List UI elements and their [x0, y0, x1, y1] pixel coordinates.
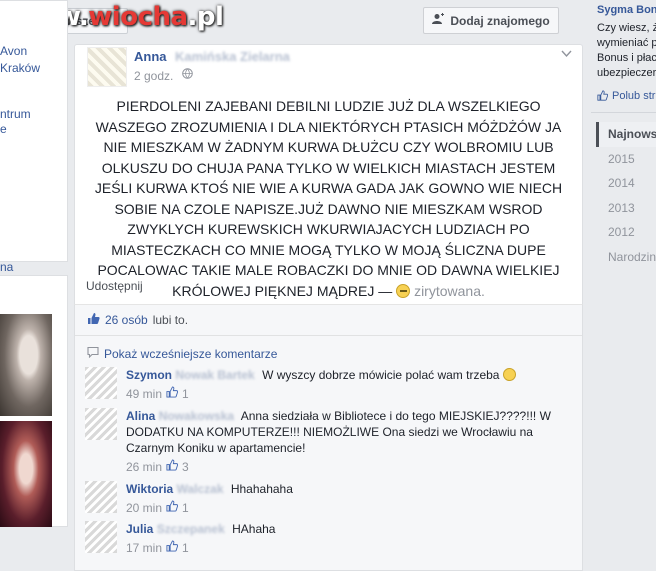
thumbs-up-icon — [597, 90, 609, 104]
post-text: PIERDOLENI ZAJEBANI DEBILNI LUDZIE JUŻ D… — [94, 98, 563, 299]
left-link-centrum[interactable]: ntrum — [0, 107, 31, 122]
comment-text: Hhahahaha — [230, 482, 293, 496]
comment-text: HAhaha — [232, 522, 276, 536]
left-link-krakow[interactable]: Kraków — [0, 61, 40, 76]
add-friend-button[interactable]: Dodaj znajomego — [423, 7, 559, 34]
add-friend-label: Dodaj znajomego — [450, 13, 550, 28]
divider — [591, 112, 656, 113]
year-item-2012[interactable]: 2012 — [596, 220, 656, 245]
comment-time[interactable]: 17 min — [126, 540, 162, 556]
left-link-avon[interactable]: Avon — [0, 44, 27, 59]
avatar[interactable] — [85, 367, 117, 399]
comment-author-blurred: Walczak — [176, 482, 224, 496]
comments-panel: 26 osób lubi to. Pokaż wcześniejsze kome… — [74, 304, 583, 571]
comment-author[interactable]: Szymon — [126, 368, 172, 382]
thumbs-up-icon[interactable] — [166, 540, 179, 556]
share-link[interactable]: Udostępnij — [86, 279, 143, 293]
post-options-chevron-icon[interactable] — [561, 47, 572, 61]
likes-suffix: lubi to. — [152, 313, 189, 327]
likes-summary[interactable]: 26 osób lubi to. — [87, 312, 188, 328]
thumbs-up-icon[interactable] — [166, 386, 179, 402]
smile-emoji-icon — [502, 368, 516, 381]
divider — [75, 335, 582, 336]
comment-bubble-icon — [87, 346, 99, 361]
left-link-e[interactable]: e — [0, 122, 7, 137]
comment-like-count: 3 — [182, 460, 189, 474]
comment-author-blurred: Nowakowska — [158, 409, 235, 423]
comment-author-blurred: Nowak Bartek — [175, 368, 255, 382]
sponsored-title[interactable]: Sygma Bon — [597, 4, 656, 16]
show-previous-comments-label: Pokaż wcześniejsze komentarze — [104, 346, 278, 361]
avatar[interactable] — [85, 408, 117, 440]
top-bar: su ▼ Najnowsze www.wiocha.pl Dodaj znajo… — [0, 0, 595, 44]
show-previous-comments-link[interactable]: Pokaż wcześniejsze komentarze — [87, 346, 277, 361]
sponsored-text: Czy wiesz, ż wymieniać p Bonus i płac ub… — [597, 22, 656, 79]
year-item-2013[interactable]: 2013 — [596, 196, 656, 221]
post-author[interactable]: Anna — [134, 49, 167, 64]
annoyed-emoji-icon — [396, 283, 411, 298]
comment-time[interactable]: 49 min — [126, 386, 162, 402]
avatar[interactable] — [85, 481, 117, 513]
avatar[interactable] — [87, 47, 127, 87]
year-item-newest[interactable]: Najnows — [596, 122, 656, 147]
comment-like-count: 1 — [182, 541, 189, 555]
thumbs-up-icon[interactable] — [166, 500, 179, 516]
year-item-2014[interactable]: 2014 — [596, 171, 656, 196]
post-card: Anna Kamińska Zielarna 2 godz. PIERDOLEN… — [74, 44, 583, 304]
comment-text: W wyszcy dobrze mówicie polać wam trzeba — [262, 368, 500, 382]
comment-time[interactable]: 20 min — [126, 500, 162, 516]
comment-like-count: 1 — [182, 387, 189, 401]
likes-count[interactable]: 26 osób — [105, 313, 148, 327]
thumbs-up-icon[interactable] — [166, 459, 179, 475]
right-sidebar: Sygma Bon Czy wiesz, ż wymieniać p Bonus… — [591, 0, 656, 571]
comment-author-blurred: Szczepanek — [156, 522, 225, 536]
comment-author[interactable]: Julia — [126, 522, 153, 536]
left-link-na[interactable]: na — [0, 260, 13, 275]
photo-thumbnail[interactable] — [0, 421, 52, 527]
comment-like-count: 1 — [182, 501, 189, 515]
avatar[interactable] — [85, 521, 117, 553]
timeline-year-nav: Najnows 2015 2014 2013 2012 Narodzin — [596, 122, 656, 270]
globe-icon — [182, 68, 193, 82]
post-mood: zirytowana. — [414, 282, 485, 299]
left-info-card — [0, 0, 68, 262]
comment-author[interactable]: Wiktoria — [126, 482, 173, 496]
comment-author[interactable]: Alina — [126, 409, 155, 423]
photo-thumbnail[interactable] — [0, 314, 52, 416]
post-body: PIERDOLENI ZAJEBANI DEBILNI LUDZIE JUŻ D… — [86, 96, 571, 301]
thumbs-up-icon — [87, 312, 100, 328]
add-friend-icon — [432, 13, 445, 28]
like-page-link[interactable]: Polub str — [597, 90, 655, 104]
post-timestamp[interactable]: 2 godz. — [134, 69, 173, 83]
post-author-blurred: Kamińska Zielarna — [175, 49, 290, 64]
comment-time[interactable]: 26 min — [126, 459, 162, 475]
year-item-born[interactable]: Narodzin — [596, 245, 656, 270]
year-item-2015[interactable]: 2015 — [596, 147, 656, 172]
